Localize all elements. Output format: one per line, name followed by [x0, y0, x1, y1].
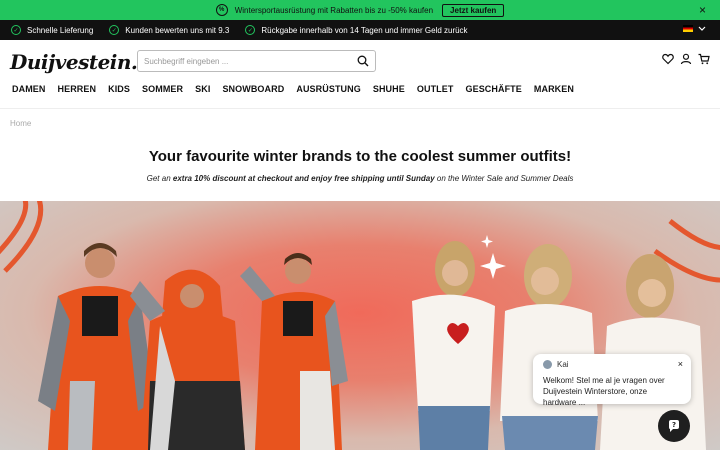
usp-item: ✓ Kunden bewerten uns mit 9.3 [109, 25, 229, 35]
avatar [543, 360, 552, 369]
chat-launcher-button[interactable]: ? [658, 410, 690, 442]
search-box[interactable] [137, 50, 376, 72]
promo-bar: % Wintersportausrüstung mit Rabatten bis… [0, 0, 720, 20]
site-header: Duijvestein. [0, 40, 720, 82]
subtitle-prefix: Get an [146, 174, 173, 183]
chat-bubble-icon: ? [669, 420, 679, 432]
check-circle-icon: ✓ [11, 25, 21, 35]
usp-item: ✓ Rückgabe innerhalb von 14 Tagen und im… [245, 25, 468, 35]
subtitle-suffix: on the Winter Sale and Summer Deals [434, 174, 574, 183]
nav-item-damen[interactable]: DAMEN [12, 84, 46, 94]
cart-icon[interactable] [698, 53, 710, 65]
nav-item-geschaefte[interactable]: GESCHÄFTE [465, 84, 521, 94]
header-actions [662, 53, 710, 65]
usp-bar: ✓ Schnelle Lieferung ✓ Kunden bewerten u… [0, 20, 720, 40]
usp-label: Schnelle Lieferung [27, 25, 94, 35]
chat-popup[interactable]: Kai × Welkom! Stel me al je vragen over … [533, 354, 691, 407]
check-circle-icon: ✓ [245, 25, 256, 35]
de-flag-icon [683, 25, 693, 32]
divider [0, 108, 720, 109]
nav-item-herren[interactable]: HERREN [58, 84, 97, 94]
promo-text: Wintersportausrüstung mit Rabatten bis z… [234, 5, 434, 15]
breadcrumb[interactable]: Home [10, 119, 31, 128]
usp-label: Rückgabe innerhalb von 14 Tagen und imme… [261, 25, 468, 35]
chat-message: Welkom! Stel me al je vragen over Duijve… [543, 376, 665, 407]
chat-agent-name: Kai [557, 360, 569, 369]
nav-item-shuhe[interactable]: SHUHE [373, 84, 405, 94]
subtitle-highlight: extra 10% discount at checkout and enjoy… [172, 174, 435, 183]
usp-item: ✓ Schnelle Lieferung [11, 25, 93, 35]
percent-badge-icon: % [215, 4, 228, 16]
main-nav: DAMEN HERREN KIDS SOMMER SKI SNOWBOARD A… [12, 84, 574, 94]
nav-item-ski[interactable]: SKI [195, 84, 210, 94]
hero-illustration [0, 201, 720, 450]
nav-item-sommer[interactable]: SOMMER [142, 84, 183, 94]
chat-agent: Kai [543, 360, 681, 369]
search-icon[interactable] [357, 55, 369, 67]
search-input[interactable] [144, 56, 344, 66]
check-circle-icon: ✓ [109, 25, 120, 35]
language-selector[interactable] [683, 25, 706, 32]
nav-item-outlet[interactable]: OUTLET [417, 84, 454, 94]
logo[interactable]: Duijvestein. [10, 50, 138, 74]
chevron-down-icon [698, 26, 706, 31]
close-icon[interactable]: × [699, 3, 706, 17]
close-icon[interactable]: × [678, 359, 683, 369]
page-title: Your favourite winter brands to the cool… [148, 148, 572, 165]
user-icon[interactable] [680, 53, 692, 65]
nav-item-kids[interactable]: KIDS [108, 84, 130, 94]
nav-item-marken[interactable]: MARKEN [534, 84, 574, 94]
svg-text:?: ? [672, 421, 676, 429]
hero-banner[interactable] [0, 201, 720, 450]
shop-now-button[interactable]: Jetzt kaufen [442, 3, 505, 17]
nav-item-snowboard[interactable]: SNOWBOARD [222, 84, 284, 94]
nav-item-ausruestung[interactable]: AUSRÜSTUNG [296, 84, 361, 94]
usp-label: Kunden bewerten uns mit 9.3 [125, 25, 230, 35]
promo-subtitle: Get an extra 10% discount at checkout an… [0, 174, 720, 183]
heart-icon[interactable] [662, 53, 674, 65]
